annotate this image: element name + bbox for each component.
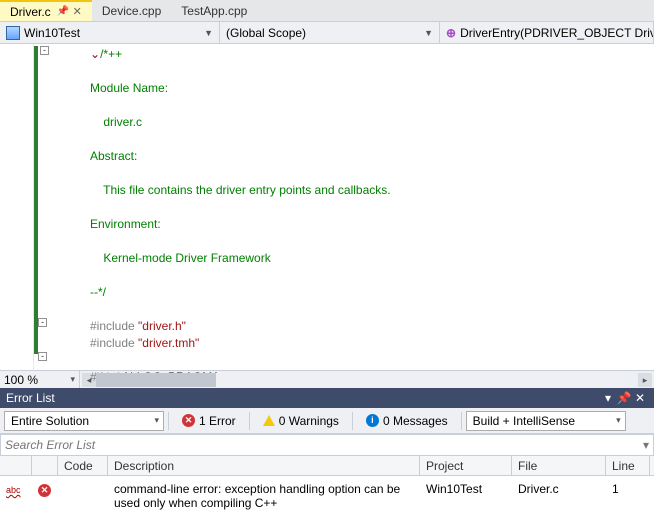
row-project: Win10Test: [420, 480, 512, 512]
fold-toggle[interactable]: -: [38, 352, 47, 361]
separator: [352, 412, 353, 430]
search-dropdown-icon[interactable]: ▾: [643, 438, 649, 452]
chevron-down-icon: ▼: [204, 28, 213, 38]
search-input[interactable]: [5, 438, 643, 452]
tab-device-cpp[interactable]: Device.cpp: [92, 0, 171, 21]
function-dropdown[interactable]: ⊕ DriverEntry(PDRIVER_OBJECT Drive: [440, 22, 654, 43]
global-label: (Global Scope): [226, 26, 306, 40]
project-icon: [6, 26, 20, 40]
code-content[interactable]: ⌄/*++ Module Name: driver.c Abstract: Th…: [34, 44, 391, 370]
tab-label: Device.cpp: [102, 4, 161, 18]
tab-driver-c[interactable]: Driver.c 📌 ✕: [0, 0, 92, 21]
close-icon[interactable]: ✕: [632, 391, 648, 405]
close-icon[interactable]: ✕: [73, 5, 82, 18]
file-tabs: Driver.c 📌 ✕ Device.cpp TestApp.cpp: [0, 0, 654, 22]
code-editor[interactable]: - - - ⌄/*++ Module Name: driver.c Abstra…: [0, 44, 654, 370]
scroll-right-button[interactable]: ▸: [638, 373, 652, 387]
navigation-bar: Win10Test ▼ (Global Scope) ▼ ⊕ DriverEnt…: [0, 22, 654, 44]
build-mode-label: Build + IntelliSense: [473, 414, 575, 428]
change-bar: [34, 46, 38, 354]
tab-testapp-cpp[interactable]: TestApp.cpp: [171, 0, 257, 21]
scroll-track[interactable]: [96, 373, 638, 387]
row-severity-icon: ✕: [32, 480, 58, 512]
build-mode-dropdown[interactable]: Build + IntelliSense ▾: [466, 411, 626, 431]
col-project[interactable]: Project: [420, 456, 512, 475]
messages-count: 0 Messages: [383, 414, 448, 428]
error-list-toolbar: Entire Solution ▾ ✕ 1 Error 0 Warnings i…: [0, 408, 654, 434]
chevron-down-icon: ▾: [154, 415, 159, 426]
scope-filter-label: Entire Solution: [11, 414, 89, 428]
window-options-icon[interactable]: ▾: [600, 391, 616, 405]
col-line[interactable]: Line: [606, 456, 650, 475]
zoom-dropdown[interactable]: 100 % ▾: [0, 371, 80, 388]
tab-label: Driver.c: [10, 5, 51, 19]
tab-label: TestApp.cpp: [181, 4, 247, 18]
scope-dropdown[interactable]: Win10Test ▼: [0, 22, 220, 43]
row-description: command-line error: exception handling o…: [108, 480, 420, 512]
chevron-down-icon: ▼: [424, 28, 433, 38]
col-category[interactable]: [0, 456, 32, 475]
messages-filter-button[interactable]: i 0 Messages: [357, 411, 457, 431]
chevron-down-icon: ▾: [616, 415, 621, 426]
errors-count: 1 Error: [199, 414, 236, 428]
zoom-value: 100 %: [4, 373, 38, 387]
fold-toggle[interactable]: -: [40, 46, 49, 55]
fold-toggle[interactable]: -: [38, 318, 47, 327]
panel-title: Error List: [6, 391, 600, 405]
row-code: [58, 480, 108, 512]
info-icon: i: [366, 414, 379, 427]
error-grid-header: Code Description Project File Line: [0, 456, 654, 476]
error-list-header: Error List ▾ 📌 ✕: [0, 388, 654, 408]
separator: [168, 412, 169, 430]
warnings-count: 0 Warnings: [279, 414, 339, 428]
col-file[interactable]: File: [512, 456, 606, 475]
pin-icon[interactable]: 📌: [57, 6, 67, 17]
error-search-box[interactable]: ▾: [0, 434, 654, 456]
row-line: 1: [606, 480, 650, 512]
scroll-thumb[interactable]: [96, 373, 216, 387]
pin-icon[interactable]: 📌: [616, 391, 632, 405]
scope-label: Win10Test: [24, 26, 80, 40]
col-code[interactable]: Code: [58, 456, 108, 475]
errors-filter-button[interactable]: ✕ 1 Error: [173, 411, 245, 431]
editor-footer: 100 % ▾ ◂ ▸: [0, 370, 654, 388]
separator: [249, 412, 250, 430]
warning-icon: [263, 415, 275, 426]
col-icon[interactable]: [32, 456, 58, 475]
warnings-filter-button[interactable]: 0 Warnings: [254, 411, 348, 431]
row-file: Driver.c: [512, 480, 606, 512]
error-row[interactable]: abc ✕ command-line error: exception hand…: [0, 476, 654, 516]
row-category-icon: abc: [0, 480, 32, 512]
function-label: DriverEntry(PDRIVER_OBJECT Drive: [460, 26, 654, 40]
col-description[interactable]: Description: [108, 456, 420, 475]
chevron-down-icon: ▾: [70, 374, 75, 385]
global-scope-dropdown[interactable]: (Global Scope) ▼: [220, 22, 440, 43]
scope-filter-dropdown[interactable]: Entire Solution ▾: [4, 411, 164, 431]
separator: [461, 412, 462, 430]
line-gutter: [0, 44, 34, 370]
horizontal-scrollbar[interactable]: ◂ ▸: [80, 373, 654, 387]
error-icon: ✕: [182, 414, 195, 427]
function-icon: ⊕: [446, 26, 456, 40]
